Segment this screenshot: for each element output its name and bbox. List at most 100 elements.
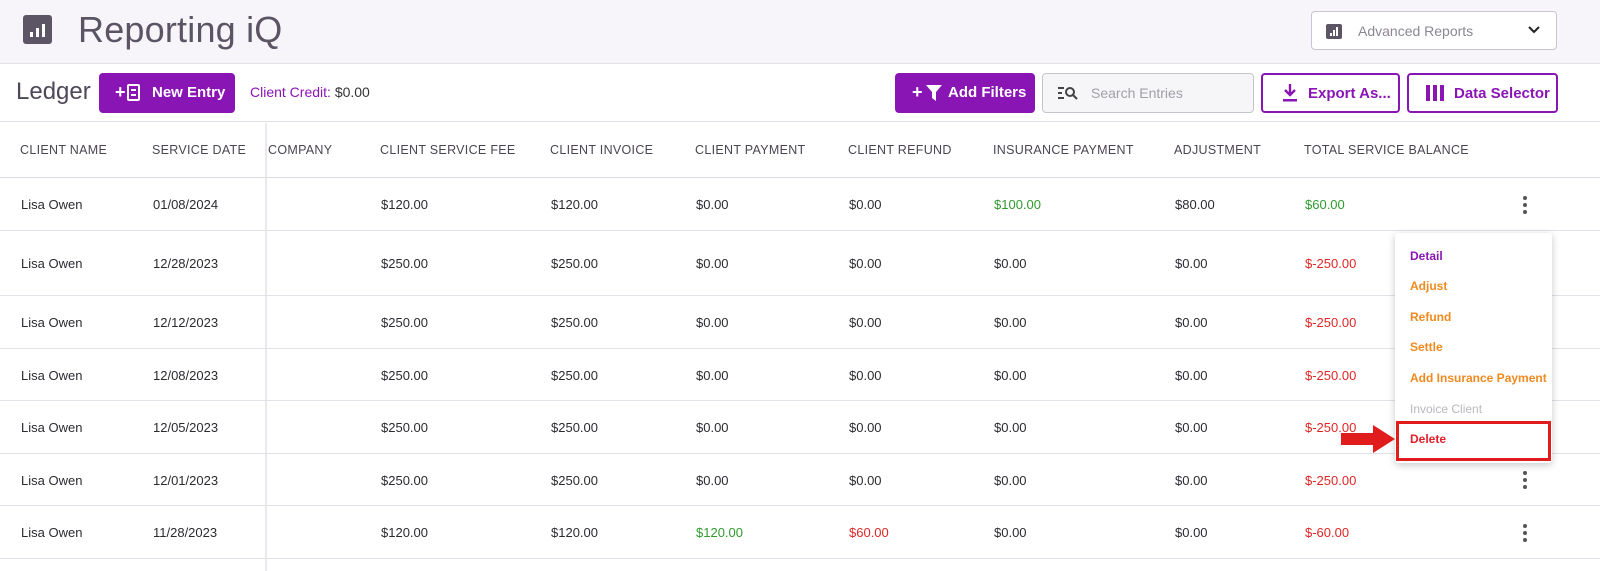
download-icon <box>1283 84 1297 102</box>
cell-insurance-payment: $0.00 <box>994 368 1027 383</box>
cell-client-refund: $0.00 <box>849 368 882 383</box>
advanced-reports-dropdown[interactable]: Advanced Reports <box>1311 11 1557 50</box>
table-row[interactable]: Lisa Owen 12/01/2023 $250.00 $250.00 $0.… <box>0 454 1600 506</box>
cell-service-date: 12/08/2023 <box>153 368 219 383</box>
ledger-toolbar: Ledger + New Entry Client Credit: $0.00 … <box>0 64 1600 122</box>
menu-item-adjust[interactable]: Adjust <box>1410 279 1447 293</box>
add-filters-button[interactable]: + Add Filters <box>895 73 1035 113</box>
page-title: Ledger <box>16 78 91 105</box>
cell-client-service-fee: $250.00 <box>381 473 428 488</box>
cell-client-refund: $0.00 <box>849 256 882 271</box>
cell-client-payment: $0.00 <box>696 197 729 212</box>
cell-service-date: 12/28/2023 <box>153 256 219 271</box>
cell-client-service-fee: $120.00 <box>381 197 428 212</box>
plus-icon: + <box>912 82 923 102</box>
cell-client-name: Lisa Owen <box>21 525 83 540</box>
cell-client-invoice: $120.00 <box>551 197 598 212</box>
header-adjustment[interactable]: ADJUSTMENT <box>1174 143 1261 157</box>
header-client-payment[interactable]: CLIENT PAYMENT <box>695 143 805 157</box>
table-header: CLIENT NAME SERVICE DATE COMPANY CLIENT … <box>0 123 1600 178</box>
cell-service-date: 12/12/2023 <box>153 315 219 330</box>
document-icon <box>127 84 140 101</box>
cell-adjustment: $0.00 <box>1175 315 1208 330</box>
cell-adjustment: $0.00 <box>1175 256 1208 271</box>
header-insurance-payment[interactable]: INSURANCE PAYMENT <box>993 143 1134 157</box>
cell-adjustment: $0.00 <box>1175 368 1208 383</box>
search-list-icon <box>1058 87 1078 100</box>
table-row[interactable]: Lisa Owen 01/08/2024 $120.00 $120.00 $0.… <box>0 178 1600 231</box>
cell-adjustment: $0.00 <box>1175 420 1208 435</box>
client-credit: Client Credit: $0.00 <box>250 84 370 100</box>
cell-client-refund: $0.00 <box>849 420 882 435</box>
cell-client-name: Lisa Owen <box>21 368 83 383</box>
cell-insurance-payment: $0.00 <box>994 315 1027 330</box>
export-as-button[interactable]: Export As... <box>1261 73 1400 113</box>
filter-icon <box>926 85 942 101</box>
header-service-date[interactable]: SERVICE DATE <box>152 143 246 157</box>
cell-client-payment: $0.00 <box>696 473 729 488</box>
menu-item-invoice-client: Invoice Client <box>1410 402 1483 416</box>
header-client-name[interactable]: CLIENT NAME <box>20 143 107 157</box>
red-arrow-icon <box>1341 425 1395 453</box>
header-company[interactable]: COMPANY <box>268 143 332 157</box>
menu-item-detail[interactable]: Detail <box>1410 249 1443 263</box>
add-filters-label: Add Filters <box>948 84 1027 101</box>
search-input[interactable] <box>1091 82 1241 104</box>
cell-client-invoice: $250.00 <box>551 473 598 488</box>
chevron-down-icon <box>1528 26 1540 34</box>
cell-client-name: Lisa Owen <box>21 315 83 330</box>
more-options-icon[interactable] <box>1521 471 1529 489</box>
client-credit-label: Client Credit: <box>250 84 331 100</box>
table-row[interactable]: Lisa Owen 12/08/2023 $250.00 $250.00 $0.… <box>0 349 1600 401</box>
top-bar: Reporting iQ Advanced Reports <box>0 0 1600 64</box>
more-options-icon[interactable] <box>1521 524 1529 542</box>
client-credit-value: $0.00 <box>334 84 370 100</box>
header-client-invoice[interactable]: CLIENT INVOICE <box>550 143 653 157</box>
plus-icon: + <box>115 82 126 102</box>
cell-client-invoice: $250.00 <box>551 420 598 435</box>
cell-service-date: 01/08/2024 <box>153 197 219 212</box>
cell-client-name: Lisa Owen <box>21 473 83 488</box>
header-client-service-fee[interactable]: CLIENT SERVICE FEE <box>380 143 516 157</box>
cell-insurance-payment: $0.00 <box>994 473 1027 488</box>
dropdown-selected-value: Advanced Reports <box>1358 23 1474 39</box>
cell-client-service-fee: $250.00 <box>381 420 428 435</box>
cell-client-invoice: $250.00 <box>551 368 598 383</box>
menu-item-settle[interactable]: Settle <box>1410 340 1443 354</box>
cell-total-service-balance: $60.00 <box>1305 197 1345 212</box>
cell-client-service-fee: $250.00 <box>381 368 428 383</box>
cell-client-service-fee: $250.00 <box>381 256 428 271</box>
delete-highlight-box <box>1396 421 1551 461</box>
cell-service-date: 11/28/2023 <box>153 525 218 540</box>
cell-total-service-balance: $-250.00 <box>1305 315 1357 330</box>
new-entry-button[interactable]: + New Entry <box>99 73 235 113</box>
new-entry-label: New Entry <box>152 84 226 101</box>
table-row[interactable]: Lisa Owen 12/12/2023 $250.00 $250.00 $0.… <box>0 296 1600 349</box>
header-client-refund[interactable]: CLIENT REFUND <box>848 143 952 157</box>
cell-insurance-payment: $100.00 <box>994 197 1041 212</box>
data-selector-button[interactable]: Data Selector <box>1407 73 1558 113</box>
cell-total-service-balance: $-250.00 <box>1305 256 1357 271</box>
cell-client-name: Lisa Owen <box>21 197 83 212</box>
cell-client-name: Lisa Owen <box>21 420 83 435</box>
more-options-icon[interactable] <box>1521 196 1529 214</box>
table-row[interactable]: Lisa Owen 12/28/2023 $250.00 $250.00 $0.… <box>0 231 1600 296</box>
cell-client-service-fee: $250.00 <box>381 315 428 330</box>
cell-client-payment: $0.00 <box>696 256 729 271</box>
data-selector-label: Data Selector <box>1454 85 1550 102</box>
cell-client-invoice: $250.00 <box>551 256 598 271</box>
cell-adjustment: $0.00 <box>1175 473 1208 488</box>
cell-client-invoice: $120.00 <box>551 525 598 540</box>
cell-insurance-payment: $0.00 <box>994 525 1027 540</box>
menu-item-add-insurance-payment[interactable]: Add Insurance Payment <box>1410 371 1547 385</box>
cell-client-name: Lisa Owen <box>21 256 83 271</box>
bar-chart-icon <box>23 15 52 44</box>
cell-client-refund: $0.00 <box>849 473 882 488</box>
menu-item-refund[interactable]: Refund <box>1410 310 1451 324</box>
columns-icon <box>1426 85 1444 101</box>
cell-total-service-balance: $-250.00 <box>1305 473 1357 488</box>
app-title: Reporting iQ <box>78 9 283 50</box>
header-total-service-balance[interactable]: TOTAL SERVICE BALANCE <box>1304 143 1469 157</box>
table-row[interactable]: Lisa Owen 11/28/2023 $120.00 $120.00 $12… <box>0 506 1600 559</box>
cell-total-service-balance: $-250.00 <box>1305 368 1357 383</box>
